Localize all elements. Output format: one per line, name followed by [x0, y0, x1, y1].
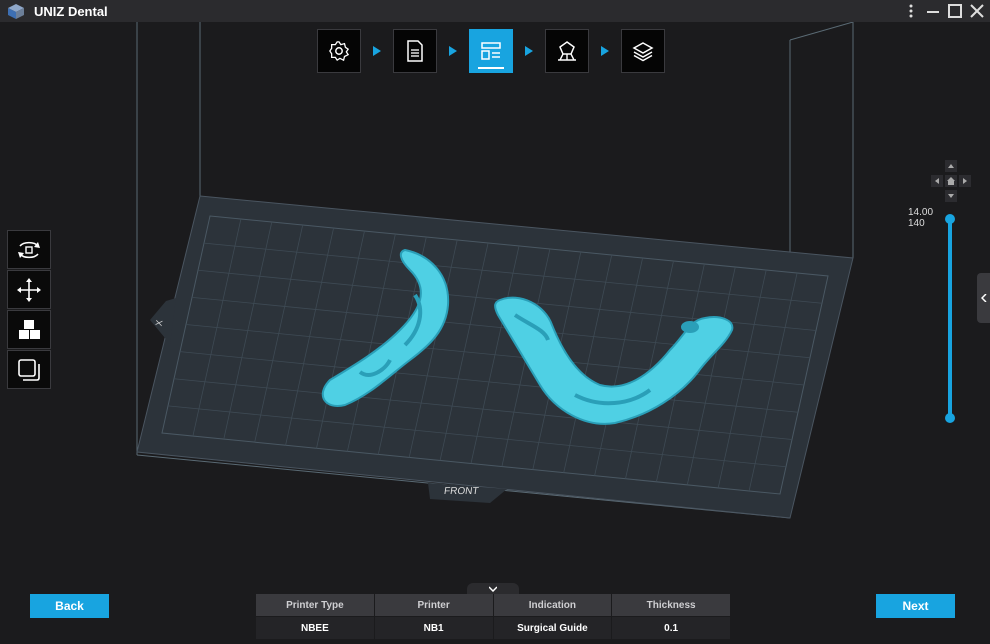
- maximize-button[interactable]: [946, 2, 964, 20]
- layer-slider-top-knob[interactable]: [945, 214, 955, 224]
- step-arrow-icon: [589, 29, 621, 73]
- side-panel-toggle[interactable]: [977, 273, 990, 323]
- caret-down-icon: [948, 194, 954, 198]
- step-arrow-icon: [361, 29, 393, 73]
- arrange-tool-button[interactable]: [7, 310, 51, 349]
- chevron-down-icon: [489, 586, 497, 592]
- build-platform: [136, 195, 854, 519]
- document-icon: [407, 40, 423, 62]
- view-right-button[interactable]: [959, 175, 971, 187]
- front-label: FRONT: [443, 486, 480, 497]
- minimize-icon: [927, 11, 939, 13]
- support-icon: [558, 41, 576, 61]
- step-file[interactable]: [393, 29, 437, 73]
- view-nav-pad: [929, 160, 973, 204]
- header-thickness: Thickness: [612, 594, 731, 616]
- minimize-button[interactable]: [924, 2, 942, 20]
- value-indication: Surgical Guide: [493, 616, 613, 639]
- view-home-button[interactable]: [945, 175, 957, 187]
- maximize-icon: [948, 4, 962, 18]
- close-button[interactable]: [968, 2, 986, 20]
- step-support[interactable]: [545, 29, 589, 73]
- left-toolbar: [7, 230, 51, 389]
- copy-icon: [18, 358, 40, 381]
- layer-slider-bottom-knob[interactable]: [945, 413, 955, 423]
- layer-slider-values: 14.00 140: [908, 207, 933, 229]
- caret-left-icon: [935, 178, 939, 184]
- more-vertical-icon: [909, 4, 913, 18]
- step-arrow-icon: [437, 29, 469, 73]
- header-indication: Indication: [493, 594, 613, 616]
- layout-icon: [481, 42, 501, 60]
- view-left-button[interactable]: [931, 175, 943, 187]
- rotate-tool-button[interactable]: [7, 230, 51, 269]
- print-info-table: Printer Type Printer Indication Thicknes…: [256, 594, 731, 639]
- value-printer-type: NBEE: [256, 616, 375, 639]
- close-icon: [970, 4, 984, 18]
- step-slice[interactable]: [621, 29, 665, 73]
- value-thickness: 0.1: [612, 616, 731, 639]
- layers-icon: [632, 42, 654, 62]
- slider-second-value: 140: [908, 218, 925, 229]
- next-button[interactable]: Next: [876, 594, 955, 618]
- build-scene[interactable]: [0, 22, 990, 644]
- app-title: UNIZ Dental: [34, 3, 108, 19]
- viewport[interactable]: FRONT X 14.00 140 Back Next Printer Type…: [0, 22, 990, 644]
- caret-up-icon: [948, 164, 954, 168]
- move-tool-button[interactable]: [7, 270, 51, 309]
- copy-tool-button[interactable]: [7, 350, 51, 389]
- move-icon: [17, 277, 41, 302]
- app-logo-icon: [8, 4, 24, 19]
- title-bar: UNIZ Dental: [0, 0, 990, 22]
- slider-top-value: 14.00: [908, 207, 934, 218]
- rotate-icon: [18, 241, 40, 258]
- more-options-button[interactable]: [902, 2, 920, 20]
- gear-icon: [329, 41, 350, 62]
- step-settings[interactable]: [317, 29, 361, 73]
- step-arrow-icon: [513, 29, 545, 73]
- step-layout[interactable]: [469, 29, 513, 73]
- header-printer: Printer: [374, 594, 494, 616]
- view-down-button[interactable]: [945, 190, 957, 202]
- arrange-icon: [19, 319, 40, 339]
- view-up-button[interactable]: [945, 160, 957, 172]
- back-button[interactable]: Back: [30, 594, 109, 618]
- value-printer: NB1: [374, 616, 494, 639]
- layer-slider-track[interactable]: [948, 219, 952, 419]
- caret-right-icon: [963, 178, 967, 184]
- chevron-left-icon: [980, 294, 987, 302]
- home-icon: [947, 177, 955, 185]
- header-printer-type: Printer Type: [256, 594, 375, 616]
- workflow-steps: [317, 29, 665, 73]
